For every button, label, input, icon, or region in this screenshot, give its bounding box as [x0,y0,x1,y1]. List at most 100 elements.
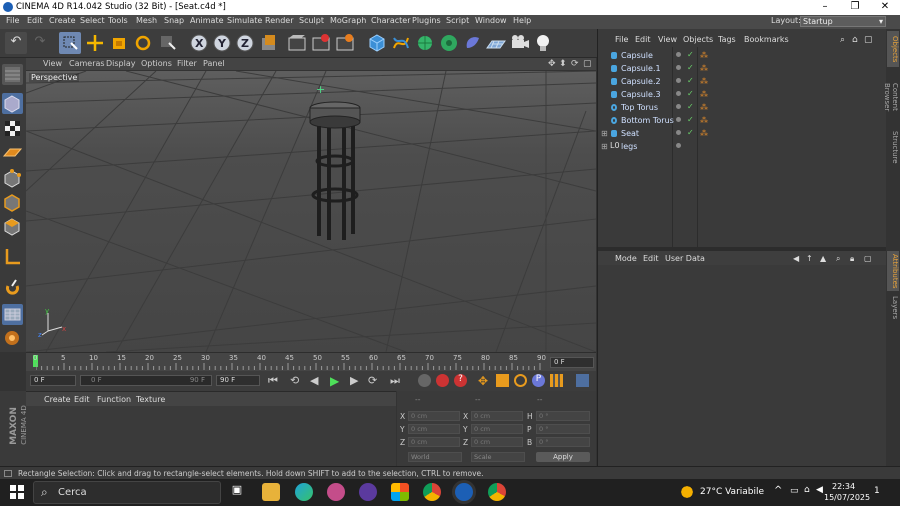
redo-icon[interactable]: ↷ [29,32,51,54]
chevron-up-icon[interactable]: ^ [774,485,782,496]
object-row[interactable]: Capsule.1 ✓ ⁂ [598,62,887,75]
floor-icon[interactable] [485,32,507,54]
camera-icon[interactable] [509,32,531,54]
menu-render[interactable]: Render [265,16,293,25]
record-active-icon[interactable] [418,374,431,387]
enabled-check[interactable]: ✓ [687,63,694,72]
menu-sculpt[interactable]: Sculpt [299,16,324,25]
tab-layers[interactable]: Layers [887,293,899,323]
previous-key-icon[interactable]: ⟲ [290,374,303,387]
object-row[interactable]: Capsule.3 ✓ ⁂ [598,88,887,101]
soft-selection-icon[interactable] [2,328,23,349]
size-x-field[interactable]: 0 cm [471,411,523,421]
enabled-check[interactable]: ✓ [687,128,694,137]
tweak-mode-icon[interactable] [2,276,23,297]
x-axis-icon[interactable]: X [188,32,210,54]
make-editable-icon[interactable] [2,64,23,85]
viewport-menu-panel[interactable]: Panel [203,59,225,68]
menu-mograph[interactable]: MoGraph [330,16,366,25]
texture-mode-icon[interactable] [2,118,23,139]
visibility-dot[interactable] [676,52,681,57]
viewport-menu-view[interactable]: View [43,59,62,68]
obj-menu-edit[interactable]: Edit [635,35,651,44]
microsoft-store-icon[interactable] [391,483,409,501]
rectangle-select-icon[interactable] [59,32,81,54]
size-z-field[interactable]: 0 cm [471,437,523,447]
menu-mesh[interactable]: Mesh [136,16,157,25]
visibility-dot[interactable] [676,143,681,148]
enabled-check[interactable]: ✓ [687,76,694,85]
enabled-check[interactable]: ✓ [687,115,694,124]
apply-button[interactable]: Apply [536,452,590,462]
windows-start-icon[interactable] [8,483,26,501]
up-arrow-icon[interactable]: ▲ [820,254,826,263]
attr-menu-mode[interactable]: Mode [615,254,637,263]
cube-primitive-icon[interactable] [366,32,388,54]
viewport-menu-options[interactable]: Options [141,59,172,68]
axis-mode-icon[interactable] [2,246,23,267]
weather-text[interactable]: 27°C Variabile [700,487,764,497]
object-row[interactable]: ⊞ L0 legs [598,140,887,153]
network-icon[interactable]: ⌂ [804,485,810,495]
viewport-menu-display[interactable]: Display [106,59,136,68]
play-icon[interactable]: ▶ [330,374,343,388]
snapping-icon[interactable] [2,304,23,325]
visibility-dot[interactable] [676,78,681,83]
position-y-field[interactable]: 0 cm [408,424,460,434]
frame-range-slider[interactable]: 0 F 90 F [80,375,212,386]
phong-tag-icon[interactable]: ⁂ [700,90,708,99]
material-menu-texture[interactable]: Texture [136,395,165,404]
tab-objects[interactable]: Objects [887,31,899,67]
menu-plugins[interactable]: Plugins [412,16,441,25]
go-to-start-icon[interactable]: ⏮ [268,374,281,387]
app-icon[interactable] [327,483,345,501]
menu-file[interactable]: File [6,16,19,25]
timeline-ruler[interactable]: 0 5 10 15 20 25 30 35 40 45 50 55 60 65 70 75 80 85 90 0 F [26,352,596,371]
visibility-dot[interactable] [676,91,681,96]
parameter-key-icon[interactable]: P [532,374,545,387]
forward-arrow-icon[interactable]: ↑ [806,254,813,263]
deformer-icon[interactable] [462,32,484,54]
lock-icon[interactable]: 🔒︎ [850,254,854,264]
close-button[interactable]: ✕ [870,0,900,15]
restore-button[interactable]: ❐ [840,0,870,15]
visibility-dot[interactable] [676,65,681,70]
y-axis-icon[interactable]: Y [211,32,233,54]
chrome-icon-2[interactable] [488,483,506,501]
menu-tools[interactable]: Tools [108,16,128,25]
file-explorer-icon[interactable] [262,483,280,501]
go-to-end-icon[interactable]: ⏭ [390,374,403,387]
position-z-field[interactable]: 0 cm [408,437,460,447]
visibility-dot[interactable] [676,117,681,122]
render-view-icon[interactable] [286,32,308,54]
object-row[interactable]: Capsule ✓ ⁂ [598,49,887,62]
edges-mode-icon[interactable] [2,192,23,213]
visibility-dot[interactable] [676,130,681,135]
menu-animate[interactable]: Animate [190,16,224,25]
rotation-p-field[interactable]: 0 ° [536,424,590,434]
menu-script[interactable]: Script [446,16,469,25]
start-frame-field[interactable]: 0 F [30,375,76,386]
phong-tag-icon[interactable]: ⁂ [700,51,708,60]
obj-menu-objects[interactable]: Objects [683,35,713,44]
menu-snap[interactable]: Snap [164,16,184,25]
cinema4d-taskbar-icon[interactable] [455,483,473,501]
size-mode-select[interactable]: Scale [471,452,525,462]
coordinate-system-icon[interactable] [258,32,280,54]
menu-character[interactable]: Character [371,16,411,25]
zoom-view-icon[interactable]: ⬍ [559,59,567,69]
object-row[interactable]: ⊞ Seat ✓ ⁂ [598,127,887,140]
model-mode-icon[interactable] [2,93,23,114]
move-icon[interactable] [84,32,106,54]
object-row[interactable]: Capsule.2 ✓ ⁂ [598,75,887,88]
end-frame-field[interactable]: 90 F [216,375,260,386]
notification-badge[interactable]: 1 [874,486,880,496]
coordinate-mode-select[interactable]: World [408,452,462,462]
live-select-icon[interactable] [157,32,179,54]
polygons-mode-icon[interactable] [2,216,23,237]
viewport-menu-filter[interactable]: Filter [177,59,197,68]
menu-edit[interactable]: Edit [27,16,43,25]
task-view-icon[interactable]: ▣ [228,483,246,501]
autokey-icon[interactable] [436,374,449,387]
volume-icon[interactable]: ◀ [816,485,823,495]
